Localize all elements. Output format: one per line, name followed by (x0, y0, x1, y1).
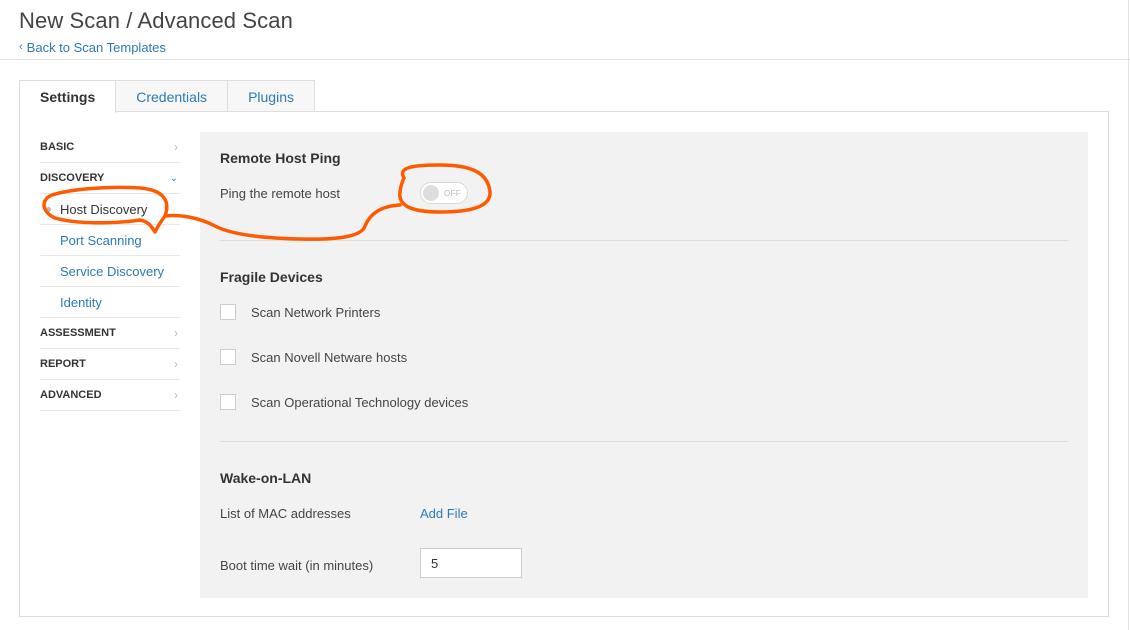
page-right-border (1128, 0, 1129, 630)
sidebar-section-label: REPORT (40, 358, 86, 370)
chevron-right-icon: › (174, 357, 178, 371)
scan-network-printers-checkbox[interactable] (220, 304, 236, 320)
section-title-fragile-devices: Fragile Devices (220, 269, 323, 285)
chevron-right-icon: › (174, 388, 178, 402)
header-divider (0, 59, 1130, 60)
scan-novell-netware-checkbox[interactable] (220, 349, 236, 365)
sidebar-item-label: Host Discovery (60, 201, 148, 217)
chevron-down-icon: ⌄ (169, 172, 178, 184)
ping-remote-host-label: Ping the remote host (220, 186, 340, 201)
settings-content: Remote Host Ping Ping the remote host OF… (200, 132, 1088, 598)
toggle-knob (423, 185, 439, 201)
sidebar-section-discovery[interactable]: DISCOVERY ⌄ (40, 163, 180, 194)
toggle-state-label: OFF (444, 188, 461, 198)
sidebar-item-service-discovery[interactable]: Service Discovery (40, 256, 180, 287)
sidebar-item-port-scanning[interactable]: Port Scanning (40, 225, 180, 256)
sidebar-section-advanced[interactable]: ADVANCED › (40, 380, 180, 411)
tab-plugins[interactable]: Plugins (227, 80, 315, 112)
scan-novell-netware-option[interactable]: Scan Novell Netware hosts (220, 349, 407, 365)
sidebar-section-label: ADVANCED (40, 389, 102, 401)
section-title-remote-host-ping: Remote Host Ping (220, 150, 341, 166)
sidebar-item-label: Port Scanning (60, 232, 142, 248)
boot-time-wait-label: Boot time wait (in minutes) (220, 558, 374, 573)
chevron-right-icon: › (174, 140, 178, 154)
boot-time-wait-input[interactable] (420, 548, 522, 578)
settings-panel: BASIC › DISCOVERY ⌄ Host Discovery Port … (19, 111, 1109, 617)
settings-sidebar: BASIC › DISCOVERY ⌄ Host Discovery Port … (40, 132, 180, 411)
sidebar-item-label: Identity (60, 294, 102, 310)
sidebar-section-label: BASIC (40, 141, 75, 153)
chevron-right-icon: › (174, 326, 178, 340)
tab-credentials[interactable]: Credentials (115, 80, 229, 112)
sidebar-item-host-discovery[interactable]: Host Discovery (40, 194, 180, 225)
scan-ot-devices-option[interactable]: Scan Operational Technology devices (220, 394, 468, 410)
sidebar-section-report[interactable]: REPORT › (40, 349, 180, 380)
chevron-left-icon: ‹ (19, 41, 23, 53)
checkbox-label: Scan Operational Technology devices (251, 394, 469, 410)
checkbox-label: Scan Novell Netware hosts (251, 349, 408, 365)
sidebar-item-identity[interactable]: Identity (40, 287, 180, 318)
tab-settings[interactable]: Settings (19, 80, 117, 113)
section-divider (220, 441, 1068, 442)
sidebar-section-basic[interactable]: BASIC › (40, 132, 180, 163)
sidebar-section-label: ASSESSMENT (40, 327, 116, 339)
scan-network-printers-option[interactable]: Scan Network Printers (220, 304, 380, 320)
tab-bar: Settings Credentials Plugins (19, 80, 315, 113)
active-dot-icon (46, 207, 51, 212)
scan-ot-devices-checkbox[interactable] (220, 394, 236, 410)
checkbox-label: Scan Network Printers (251, 304, 381, 320)
page-title: New Scan / Advanced Scan (19, 8, 293, 33)
section-divider (220, 240, 1068, 241)
add-file-link[interactable]: Add File (420, 506, 468, 521)
sidebar-section-assessment[interactable]: ASSESSMENT › (40, 318, 180, 349)
ping-remote-host-toggle[interactable]: OFF (420, 182, 468, 204)
back-link-label: Back to Scan Templates (26, 40, 166, 55)
sidebar-item-label: Service Discovery (60, 263, 165, 279)
sidebar-section-label: DISCOVERY (40, 172, 105, 184)
mac-addresses-label: List of MAC addresses (220, 506, 351, 521)
section-title-wake-on-lan: Wake-on-LAN (220, 470, 312, 486)
back-to-templates-link[interactable]: ‹ Back to Scan Templates (19, 40, 166, 55)
